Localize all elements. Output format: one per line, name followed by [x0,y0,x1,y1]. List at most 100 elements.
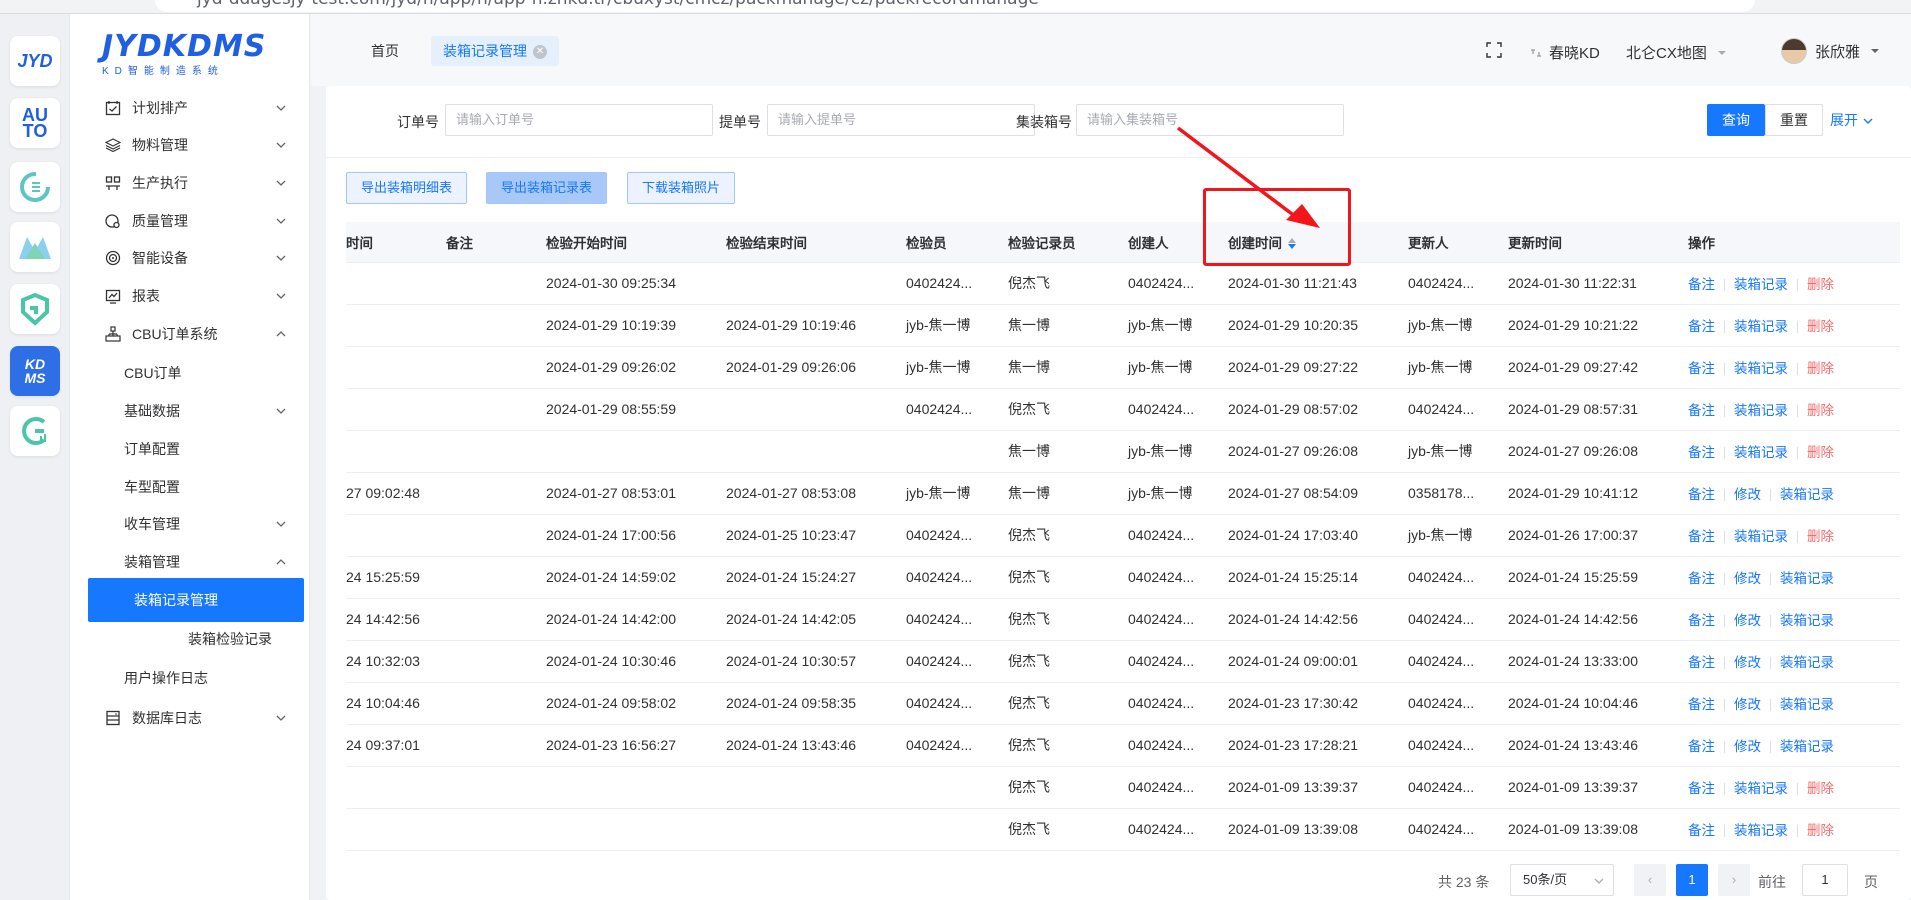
sidebar-item-order-config[interactable]: 订单配置 [70,429,310,469]
app-c-icon[interactable] [10,162,60,212]
cell-remark [438,514,538,557]
remark-link[interactable]: 备注 [1688,697,1715,712]
remark-link[interactable]: 备注 [1688,403,1715,418]
op-divider [1724,657,1725,670]
packing-record-link[interactable]: 装箱记录 [1780,739,1834,754]
delete-link[interactable]: 删除 [1807,781,1834,796]
expand-button[interactable]: 展开 [1830,110,1874,130]
remark-link[interactable]: 备注 [1688,445,1715,460]
tab-packing-record[interactable]: 装箱记录管理 ✕ [431,36,559,66]
edit-link[interactable]: 修改 [1734,739,1761,754]
remark-link[interactable]: 备注 [1688,361,1715,376]
sidebar-item-vehicle-config[interactable]: 车型配置 [70,467,310,507]
packing-record-link[interactable]: 装箱记录 [1780,655,1834,670]
tab-home[interactable]: 首页 [359,36,411,66]
remark-link[interactable]: 备注 [1688,781,1715,796]
sidebar-item-packing-record[interactable]: 装箱记录管理 [88,578,304,622]
delete-link[interactable]: 删除 [1807,529,1834,544]
export-record-button[interactable]: 导出装箱记录表 [486,172,608,204]
packing-record-link[interactable]: 装箱记录 [1780,571,1834,586]
packing-record-link[interactable]: 装箱记录 [1780,487,1834,502]
remark-link[interactable]: 备注 [1688,277,1715,292]
sidebar-item-devices[interactable]: 智能设备 [70,238,310,278]
edit-link[interactable]: 修改 [1734,613,1761,628]
remark-link[interactable]: 备注 [1688,571,1715,586]
op-divider [1724,825,1725,838]
page-size-select[interactable]: 50条/页 [1510,864,1614,896]
packing-record-link[interactable]: 装箱记录 [1734,529,1788,544]
app-kdms-icon[interactable]: KD MS [10,346,60,396]
remark-link[interactable]: 备注 [1688,739,1715,754]
packing-record-link[interactable]: 装箱记录 [1780,613,1834,628]
packing-record-link[interactable]: 装箱记录 [1734,277,1788,292]
order-input[interactable]: 请输入订单号 [445,104,713,136]
packing-record-link[interactable]: 装箱记录 [1734,403,1788,418]
sidebar-item-reports[interactable]: 报表 [70,276,310,316]
sidebar-item-user-log[interactable]: 用户操作日志 [70,658,310,698]
delete-link[interactable]: 删除 [1807,445,1834,460]
sidebar-item-cbu-order-system[interactable]: CBU订单系统 [70,314,310,354]
remark-link[interactable]: 备注 [1688,529,1715,544]
cell-creator: jyb-焦一博 [1120,472,1220,515]
sidebar-item-db-log[interactable]: 数据库日志 [70,698,310,738]
app-g-icon[interactable] [10,284,60,334]
fullscreen-icon[interactable] [1486,42,1502,58]
sidebar-item-base-data[interactable]: 基础数据 [70,391,310,431]
delete-link[interactable]: 删除 [1807,361,1834,376]
app-auto-icon[interactable]: AU TO [10,98,60,148]
remark-link[interactable]: 备注 [1688,613,1715,628]
user-menu[interactable]: 张欣雅 [1781,38,1882,64]
packing-record-link[interactable]: 装箱记录 [1734,319,1788,334]
prev-page-button[interactable]: ‹ [1634,864,1666,896]
site-selector[interactable]: 北仑CX地图 [1626,42,1729,63]
tab-close-icon[interactable]: ✕ [533,45,547,60]
address-bar[interactable]: jyd-ddagesjy-test.com/jyd/h/app/h/app-h.… [155,0,1755,12]
cell-creator: 0402424... [1120,598,1220,641]
remark-link[interactable]: 备注 [1688,823,1715,838]
packing-record-link[interactable]: 装箱记录 [1734,445,1788,460]
packing-record-link[interactable]: 装箱记录 [1734,823,1788,838]
reset-button[interactable]: 重置 [1765,104,1823,136]
remark-link[interactable]: 备注 [1688,487,1715,502]
edit-link[interactable]: 修改 [1734,487,1761,502]
sidebar-item-production[interactable]: 生产执行 [70,163,310,203]
goto-page-input[interactable]: 1 [1802,864,1848,896]
sidebar-item-vehicle-receive[interactable]: 收车管理 [70,504,310,544]
app-jyd-icon[interactable]: JYD [10,36,60,86]
sidebar-item-plan[interactable]: 计划排产 [70,88,310,128]
sidebar-item-cbu-order[interactable]: CBU订单 [70,353,310,393]
company-selector[interactable]: 春晓KD [1529,42,1600,63]
table-row: 24 14:42:56 2024-01-24 14:42:00 2024-01-24… [346,598,1900,641]
query-button[interactable]: 查询 [1707,104,1765,136]
sidebar-item-quality[interactable]: 质量管理 [70,201,310,241]
remark-link[interactable]: 备注 [1688,655,1715,670]
app-m-icon[interactable] [10,222,60,272]
app-g2-icon[interactable] [10,406,60,456]
chevron-down-icon [276,715,286,721]
sidebar-item-packing-inspection[interactable]: 装箱检验记录 [140,619,310,659]
page-number[interactable]: 1 [1676,864,1708,896]
cell-time [346,388,438,431]
delete-link[interactable]: 删除 [1807,823,1834,838]
cell-recorder: 焦一博 [1000,472,1120,515]
export-detail-button[interactable]: 导出装箱明细表 [346,172,468,204]
delete-link[interactable]: 删除 [1807,403,1834,418]
cell-start: 2024-01-29 10:19:39 [538,304,718,347]
bill-input[interactable]: 请输入提单号 [767,104,1035,136]
delete-link[interactable]: 删除 [1807,277,1834,292]
next-page-button[interactable]: › [1718,864,1750,896]
remark-link[interactable]: 备注 [1688,319,1715,334]
edit-link[interactable]: 修改 [1734,655,1761,670]
download-photos-button[interactable]: 下载装箱照片 [627,172,736,204]
packing-record-link[interactable]: 装箱记录 [1780,697,1834,712]
packing-record-link[interactable]: 装箱记录 [1734,361,1788,376]
cell-remark [438,430,538,473]
packing-record-link[interactable]: 装箱记录 [1734,781,1788,796]
edit-link[interactable]: 修改 [1734,571,1761,586]
cell-end [718,388,898,431]
chevron-down-icon [276,293,286,299]
sidebar-item-material[interactable]: 物料管理 [70,125,310,165]
edit-link[interactable]: 修改 [1734,697,1761,712]
sidebar-item-packing-manage[interactable]: 装箱管理 [70,542,310,582]
delete-link[interactable]: 删除 [1807,319,1834,334]
